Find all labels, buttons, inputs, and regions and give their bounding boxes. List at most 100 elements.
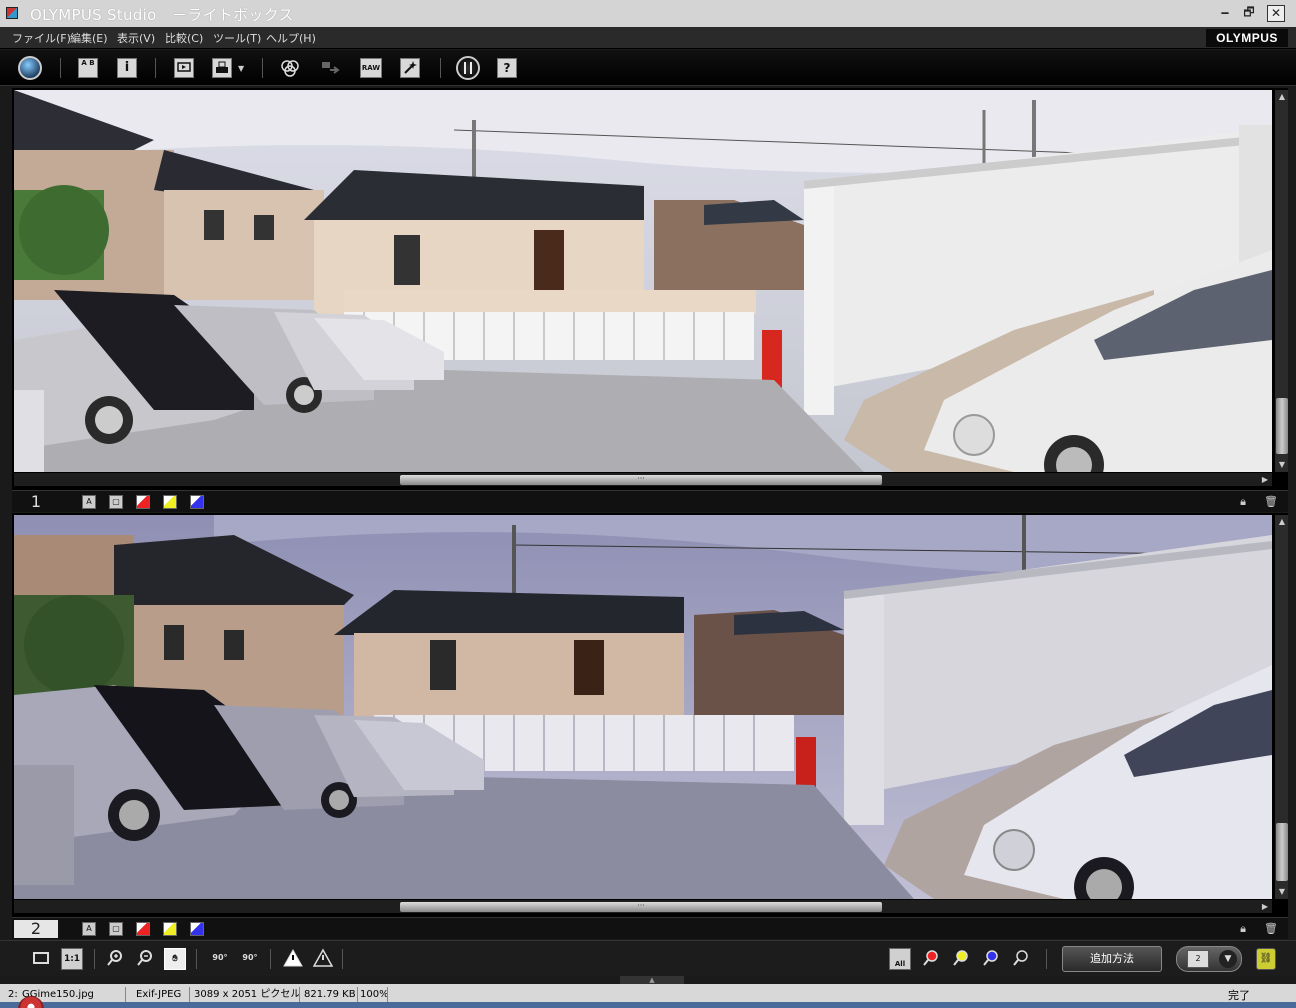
- menu-file[interactable]: ファイル(F): [12, 30, 71, 46]
- olympus-logo: OLYMPUS: [1206, 29, 1288, 47]
- fit-screen-icon[interactable]: [30, 948, 52, 970]
- panel-number[interactable]: 1: [14, 493, 58, 511]
- menu-help[interactable]: ヘルプ(H): [266, 30, 316, 46]
- mark-yellow-icon[interactable]: [163, 922, 177, 936]
- toolbar-separator: [94, 949, 95, 969]
- zoom-all-button[interactable]: All: [889, 948, 911, 970]
- image-panel-2: ▲ ▼ ··· ▶: [12, 513, 1288, 917]
- rotate-left-button[interactable]: 90°: [208, 948, 232, 970]
- link-icon[interactable]: ⛓︎: [1256, 948, 1276, 970]
- print-icon[interactable]: [212, 58, 232, 78]
- toolbar-separator: [262, 58, 263, 78]
- panel-a-icon[interactable]: A: [82, 495, 96, 509]
- panel-bar-1: 1 A ▢ 🔒︎ 🗑︎: [12, 490, 1288, 512]
- rotate-right-button[interactable]: 90°: [238, 948, 262, 970]
- menu-view[interactable]: 表示(V): [117, 30, 155, 46]
- parking-lot-photo-2: [14, 515, 1272, 899]
- menu-bar: ファイル(F) 編集(E) 表示(V) 比較(C) ツール(T) ヘルプ(H) …: [0, 27, 1296, 49]
- toolbar-separator: [60, 58, 61, 78]
- scroll-thumb[interactable]: [1276, 398, 1288, 454]
- mark-blue-icon[interactable]: [190, 922, 204, 936]
- image-panel-1: ▲ ▼ ··· ▶: [12, 88, 1288, 490]
- parking-lot-photo-1: [14, 90, 1272, 472]
- lock-icon[interactable]: 🔒︎: [1236, 495, 1250, 509]
- color-adjust-icon[interactable]: [280, 58, 300, 78]
- scroll-right-icon[interactable]: ▶: [1258, 473, 1272, 487]
- panel-frame-icon[interactable]: ▢: [109, 922, 123, 936]
- close-button[interactable]: ✕: [1267, 5, 1285, 22]
- horizontal-scrollbar-2[interactable]: ··· ▶: [14, 899, 1272, 913]
- status-format: Exif-JPEG: [134, 987, 190, 1002]
- zoom-blue-icon[interactable]: [980, 948, 1002, 970]
- window-title: OLYMPUS Studio －ライトボックス: [30, 6, 294, 24]
- toolbar-separator: [440, 58, 441, 78]
- scroll-down-icon[interactable]: ▼: [1275, 458, 1289, 472]
- menu-compare[interactable]: 比較(C): [165, 30, 203, 46]
- zoom-red-icon[interactable]: [920, 948, 942, 970]
- horizontal-scrollbar-1[interactable]: ··· ▶: [14, 472, 1272, 486]
- status-index: 2:: [8, 989, 18, 1000]
- panel-number[interactable]: 2: [14, 920, 58, 938]
- add-method-button[interactable]: 追加方法: [1062, 946, 1162, 972]
- zoom-out-icon[interactable]: [134, 948, 156, 970]
- main-toolbar: A B i ▼ RAW ?: [0, 50, 1296, 86]
- mark-red-icon[interactable]: [136, 495, 150, 509]
- toolbar-separator: [155, 58, 156, 78]
- zoom-in-icon[interactable]: [104, 948, 126, 970]
- toolbar-separator: [196, 949, 197, 969]
- zoom-search-icon[interactable]: [1010, 948, 1032, 970]
- tools-icon[interactable]: [456, 56, 480, 80]
- view-toolbar: 1:1 ✋︎ 90° 90° All 追加方法 2 ▼ ⛓︎: [0, 940, 1296, 976]
- title-bar: OLYMPUS Studio －ライトボックス 🗕 🗗 ✕: [0, 0, 1296, 27]
- scroll-thumb[interactable]: [1276, 823, 1288, 881]
- scroll-thumb[interactable]: ···: [400, 475, 882, 485]
- vertical-scrollbar-1[interactable]: ▲ ▼: [1274, 90, 1288, 472]
- mark-red-icon[interactable]: [136, 922, 150, 936]
- slideshow-icon[interactable]: [174, 58, 194, 78]
- convert-arrow-icon: [320, 58, 340, 78]
- scroll-up-icon[interactable]: ▲: [1275, 515, 1289, 529]
- restore-button[interactable]: 🗗: [1240, 5, 1258, 22]
- panel-frame-icon[interactable]: ▢: [109, 495, 123, 509]
- mark-blue-icon[interactable]: [190, 495, 204, 509]
- scroll-right-icon[interactable]: ▶: [1258, 900, 1272, 914]
- chevron-down-icon[interactable]: ▼: [1219, 950, 1237, 968]
- drawer-handle-icon[interactable]: ▲: [620, 976, 684, 984]
- app-icon[interactable]: [6, 7, 18, 19]
- scroll-down-icon[interactable]: ▼: [1275, 885, 1289, 899]
- menu-edit[interactable]: 編集(E): [70, 30, 108, 46]
- vertical-scrollbar-2[interactable]: ▲ ▼: [1274, 515, 1288, 899]
- back-button[interactable]: [18, 56, 42, 80]
- actual-size-button[interactable]: 1:1: [61, 948, 83, 970]
- status-dimensions: 3089 x 2051 ピクセル: [194, 987, 300, 1002]
- zoom-yellow-icon[interactable]: [950, 948, 972, 970]
- scroll-thumb[interactable]: ···: [400, 902, 882, 912]
- compare-ab-button[interactable]: A B: [78, 58, 98, 78]
- help-button[interactable]: ?: [497, 58, 517, 78]
- highlight-warning-icon[interactable]: [282, 948, 304, 970]
- lock-icon[interactable]: 🔒︎: [1236, 922, 1250, 936]
- info-button[interactable]: i: [117, 58, 137, 78]
- layout-button[interactable]: 2: [1187, 950, 1209, 968]
- shadow-warning-icon[interactable]: [312, 948, 334, 970]
- status-zoom: 100%: [360, 987, 388, 1002]
- toolbar-separator: [1046, 949, 1047, 969]
- status-filesize: 821.79 KB: [302, 987, 358, 1002]
- menu-tools[interactable]: ツール(T): [213, 30, 261, 46]
- trash-icon[interactable]: 🗑︎: [1264, 922, 1278, 936]
- minimize-button[interactable]: 🗕: [1216, 5, 1234, 22]
- panel-bar-2: 2 A ▢ 🔒︎ 🗑︎: [12, 917, 1288, 939]
- mark-yellow-icon[interactable]: [163, 495, 177, 509]
- status-text: 完了: [1228, 989, 1250, 1002]
- photo-view-2[interactable]: [14, 515, 1272, 899]
- layout-selector[interactable]: 2 ▼: [1176, 946, 1242, 972]
- hand-tool-icon[interactable]: ✋︎: [164, 948, 186, 970]
- toolbar-separator: [342, 949, 343, 969]
- raw-button[interactable]: RAW: [360, 58, 382, 78]
- panel-a-icon[interactable]: A: [82, 922, 96, 936]
- scroll-up-icon[interactable]: ▲: [1275, 90, 1289, 104]
- magic-wand-icon[interactable]: [400, 58, 420, 78]
- trash-icon[interactable]: 🗑︎: [1264, 495, 1278, 509]
- print-dropdown-icon[interactable]: ▼: [238, 64, 244, 73]
- photo-view-1[interactable]: [14, 90, 1272, 472]
